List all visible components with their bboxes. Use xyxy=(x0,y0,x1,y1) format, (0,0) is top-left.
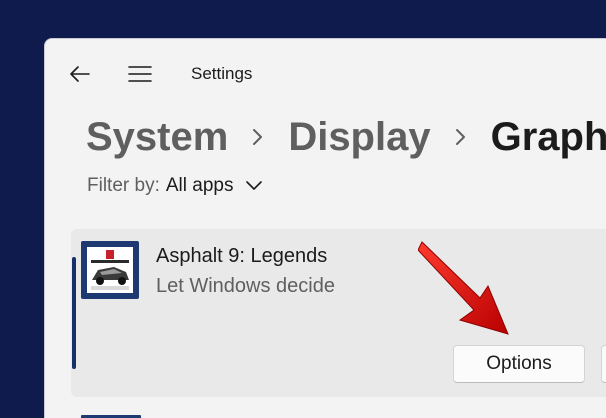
settings-window: Settings System Display Graphi Filter by… xyxy=(44,38,606,418)
selection-indicator xyxy=(72,257,76,369)
back-arrow-icon xyxy=(70,66,90,82)
title-bar: Settings xyxy=(45,39,606,109)
navigation-menu-button[interactable] xyxy=(125,59,155,89)
filter-label: Filter by: xyxy=(87,175,160,196)
filter-value: All apps xyxy=(165,175,234,196)
asphalt-app-icon xyxy=(81,241,139,299)
chevron-right-icon xyxy=(455,127,467,147)
options-button[interactable]: Options xyxy=(453,345,585,383)
hamburger-menu-icon xyxy=(128,66,152,82)
chevron-right-icon xyxy=(252,127,264,147)
filter-dropdown[interactable]: All apps xyxy=(166,175,264,197)
chevron-down-icon xyxy=(246,181,263,190)
app-title: Settings xyxy=(191,64,253,83)
app-graphics-preference: Let Windows decide xyxy=(156,275,335,297)
back-button[interactable] xyxy=(65,59,95,89)
filter-row: Filter by: All apps xyxy=(87,175,263,197)
app-name: Asphalt 9: Legends xyxy=(156,245,328,267)
breadcrumb: System Display Graphi xyxy=(86,109,606,165)
breadcrumb-graphics: Graphi xyxy=(490,114,606,159)
breadcrumb-system[interactable]: System xyxy=(86,115,228,160)
breadcrumb-display[interactable]: Display xyxy=(288,115,430,160)
remove-button[interactable] xyxy=(601,345,606,383)
list-item[interactable]: Asphalt 9: Legends Let Windows decide Op… xyxy=(71,229,606,397)
